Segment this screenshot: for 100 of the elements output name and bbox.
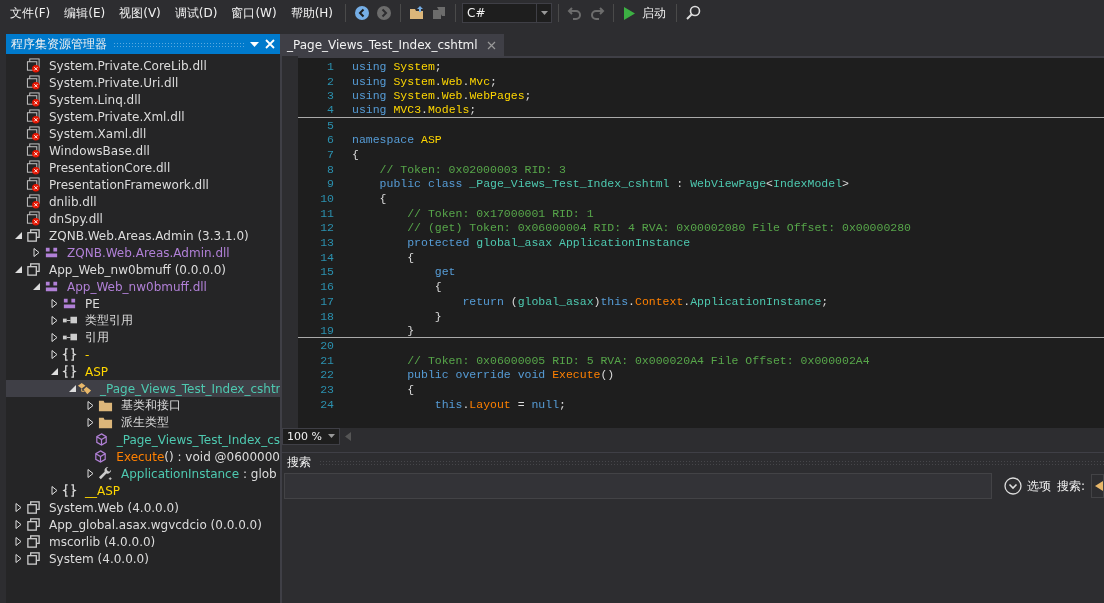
forward-icon[interactable] (376, 5, 393, 21)
menu-item[interactable]: 文件(F) (4, 4, 57, 22)
code-line: namespace ASP (352, 133, 442, 147)
code-line: // Token: 0x06000005 RID: 5 RVA: 0x000020A4 File Offset: 0x000002A4 (406, 353, 870, 367)
tree-item-label: Execute() : void @0600000 (115, 449, 280, 464)
menu-item[interactable]: 调试(D) (168, 4, 224, 22)
tree-item[interactable]: dnSpy.dll (6, 210, 280, 227)
collapsed-arrow-icon[interactable] (86, 401, 95, 410)
tree-item[interactable]: App_Web_nw0bmuff (0.0.0.0) (6, 261, 280, 278)
missing-assembly-icon (26, 92, 41, 107)
tree-item-label: System (4.0.0.0) (48, 551, 149, 566)
collapsed-arrow-icon[interactable] (14, 554, 23, 563)
line-number: 12 (319, 221, 335, 235)
code-line: protected global_asax ApplicationInstance (406, 236, 691, 250)
line-number: 2 (326, 74, 335, 88)
code-line: using System.Web.WebPages; (352, 89, 532, 103)
redo-icon[interactable] (589, 5, 606, 21)
tree-item[interactable]: - (6, 346, 280, 363)
tree-item-label: 派生类型 (120, 414, 169, 431)
tree-item[interactable]: ApplicationInstance : glob (6, 465, 280, 482)
module-icon (44, 245, 59, 260)
tree-item[interactable]: Execute() : void @0600000 (6, 448, 280, 465)
line-number: 20 (319, 338, 335, 352)
tree-item[interactable]: dnlib.dll (6, 193, 280, 210)
expanded-arrow-icon[interactable] (14, 231, 23, 240)
tree-item-label: App_Web_nw0bmuff.dll (66, 279, 207, 294)
code-line: } (433, 309, 442, 323)
tree-item[interactable]: System.Private.Uri.dll (6, 74, 280, 91)
assembly-icon (26, 228, 41, 243)
menu-item[interactable]: 编辑(E) (58, 4, 112, 22)
module-icon (62, 296, 77, 311)
collapsed-arrow-icon[interactable] (14, 503, 23, 512)
tree-item[interactable]: _Page_Views_Test_Index_cshtr (6, 380, 280, 397)
tree-item-label: _Page_Views_Test_Index_cshtr (99, 381, 280, 396)
tree-item[interactable]: 派生类型 (6, 414, 280, 431)
tree-item-label: System.Xaml.dll (48, 126, 147, 141)
tree-item[interactable]: ZQNB.Web.Areas.Admin.dll (6, 244, 280, 261)
tree-item-label: 引用 (84, 329, 109, 346)
missing-assembly-icon (26, 143, 41, 158)
collapsed-arrow-icon[interactable] (50, 350, 59, 359)
undo-icon[interactable] (567, 5, 584, 21)
tree-item[interactable]: PresentationFramework.dll (6, 176, 280, 193)
dropdown-icon[interactable] (250, 41, 259, 47)
tree-item[interactable]: 类型引用 (6, 312, 280, 329)
tree-item[interactable]: WindowsBase.dll (6, 142, 280, 159)
expanded-arrow-icon[interactable] (68, 384, 77, 393)
menu-item[interactable]: 帮助(H) (284, 4, 340, 22)
expanded-arrow-icon[interactable] (14, 265, 23, 274)
tree-item[interactable]: System.Web (4.0.0.0) (6, 499, 280, 516)
back-icon[interactable] (354, 5, 371, 21)
options-button[interactable]: 选项 (997, 477, 1051, 495)
assembly-icon (26, 517, 41, 532)
tree-item[interactable]: 基类和接口 (6, 397, 280, 414)
line-number: 1 (326, 59, 335, 73)
search-type-dropdown[interactable] (1091, 474, 1104, 498)
tree-item[interactable]: System.Xaml.dll (6, 125, 280, 142)
collapsed-arrow-icon[interactable] (32, 248, 41, 257)
tree-item-label: ASP (84, 364, 109, 379)
caret-icon (540, 11, 548, 15)
line-number: 13 (319, 236, 335, 250)
panel-title: 程序集资源管理器 (11, 35, 107, 53)
chevron-down-icon (1003, 477, 1022, 495)
tree-item[interactable]: System.Linq.dll (6, 91, 280, 108)
line-number: 4 (326, 103, 335, 117)
tree-item[interactable]: System.Private.CoreLib.dll (6, 57, 280, 74)
tree-item[interactable]: App_Web_nw0bmuff.dll (6, 278, 280, 295)
code-line: get (433, 265, 456, 279)
open-folder-icon[interactable] (409, 5, 426, 21)
search-icon[interactable] (685, 5, 702, 21)
tree-item[interactable]: mscorlib (4.0.0.0) (6, 533, 280, 550)
tree-item[interactable]: System (4.0.0.0) (6, 550, 280, 567)
expanded-arrow-icon[interactable] (50, 367, 59, 376)
start-button[interactable]: 启动 (620, 4, 671, 22)
close-icon[interactable] (486, 40, 496, 50)
expanded-arrow-icon[interactable] (32, 282, 41, 291)
tree-item[interactable]: PE (6, 295, 280, 312)
line-number: 11 (319, 206, 335, 220)
tree-item[interactable]: App_global.asax.wgvcdcio (0.0.0.0) (6, 516, 280, 533)
tree-item[interactable]: 引用 (6, 329, 280, 346)
tree-item[interactable]: ZQNB.Web.Areas.Admin (3.3.1.0) (6, 227, 280, 244)
collapsed-arrow-icon[interactable] (14, 520, 23, 529)
collapsed-arrow-icon[interactable] (50, 333, 59, 342)
tree-item[interactable]: ASP (6, 363, 280, 380)
document-tab[interactable]: _Page_Views_Test_Index_cshtml (282, 34, 504, 56)
collapsed-arrow-icon[interactable] (14, 537, 23, 546)
language-dropdown[interactable]: C# (462, 3, 553, 23)
menu-item[interactable]: 视图(V) (113, 4, 167, 22)
line-number: 3 (326, 89, 335, 103)
tree-item[interactable]: __ASP (6, 482, 280, 499)
tree-item[interactable]: PresentationCore.dll (6, 159, 280, 176)
collapsed-arrow-icon[interactable] (50, 486, 59, 495)
collapsed-arrow-icon[interactable] (50, 316, 59, 325)
tree-item[interactable]: System.Private.Xml.dll (6, 108, 280, 125)
collapsed-arrow-icon[interactable] (86, 418, 95, 427)
tree-item[interactable]: _Page_Views_Test_Index_cs (6, 431, 280, 448)
collapsed-arrow-icon[interactable] (86, 469, 95, 478)
menu-item[interactable]: 窗口(W) (225, 4, 283, 22)
collapsed-arrow-icon[interactable] (50, 299, 59, 308)
tree-item-label: dnSpy.dll (48, 211, 103, 226)
zoom-dropdown[interactable]: 100 % (282, 427, 340, 445)
